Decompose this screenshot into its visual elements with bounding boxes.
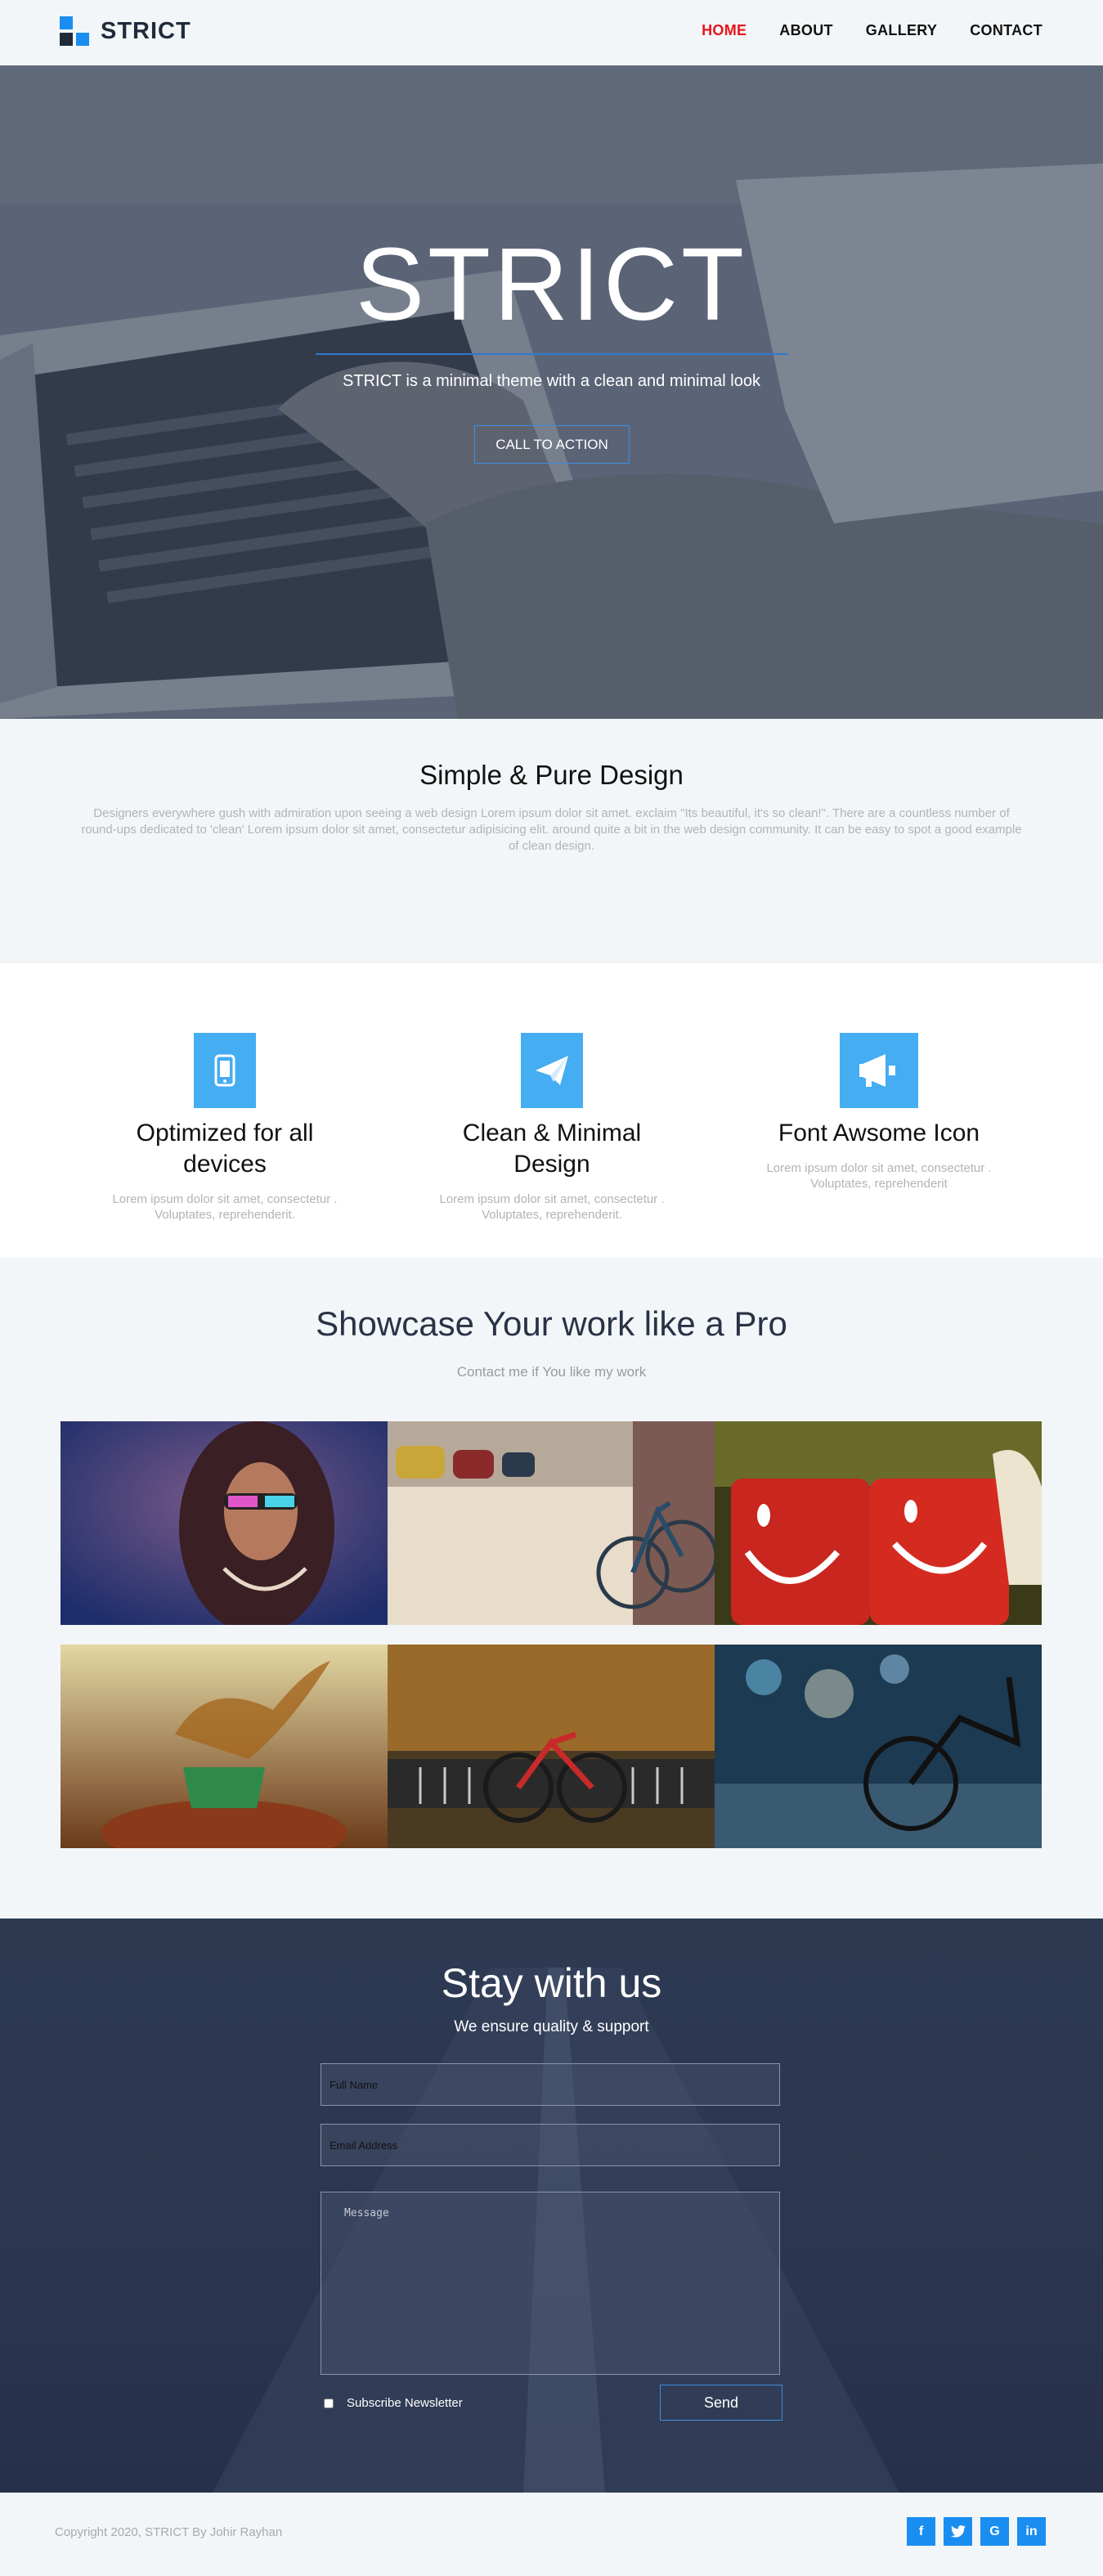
call-to-action-button[interactable]: CALL TO ACTION xyxy=(474,425,630,464)
feature-text: Lorem ipsum dolor sit amet, consectetur … xyxy=(112,1192,338,1222)
nav-item-home[interactable]: HOME xyxy=(702,22,747,39)
newsletter-checkbox-row[interactable]: Subscribe Newsletter xyxy=(324,2396,463,2410)
facebook-icon[interactable]: f xyxy=(907,2517,935,2546)
main-menu: HOME ABOUT GALLERY CONTACT xyxy=(702,22,1042,39)
nav-item-gallery[interactable]: GALLERY xyxy=(866,22,937,39)
feature-title: Clean & Minimal Design xyxy=(462,1120,642,1178)
feature-text: Lorem ipsum dolor sit amet, consectetur … xyxy=(439,1192,665,1222)
feature-text: Lorem ipsum dolor sit amet, consectetur … xyxy=(766,1161,992,1191)
gallery-image-street-bicycle[interactable] xyxy=(388,1421,715,1625)
footer: Copyright 2020, STRICT By Johir Rayhan f… xyxy=(0,2493,1103,2576)
social-links: f G in xyxy=(907,2517,1046,2546)
nav-item-about[interactable]: ABOUT xyxy=(779,22,833,39)
hero-divider xyxy=(316,353,788,355)
paper-plane-icon xyxy=(521,1033,583,1108)
feature-card: Optimized for all devices Lorem ipsum do… xyxy=(98,1033,352,1223)
gallery-image-red-bicycle[interactable] xyxy=(388,1645,715,1848)
contact-subtitle: We ensure quality & support xyxy=(454,2018,649,2035)
hero-subtitle: STRICT is a minimal theme with a clean a… xyxy=(343,372,760,390)
showcase-subtitle: Contact me if You like my work xyxy=(456,1364,647,1380)
feature-card: Font Awsome Icon Lorem ipsum dolor sit a… xyxy=(752,1033,1006,1192)
intro-title: Simple & Pure Design xyxy=(419,760,684,790)
brand[interactable]: STRICT xyxy=(60,16,191,46)
bullhorn-icon xyxy=(840,1033,918,1108)
logo-icon xyxy=(60,16,89,46)
gallery-image-woman-sunglasses[interactable] xyxy=(61,1421,388,1625)
features-section: Optimized for all devices Lorem ipsum do… xyxy=(0,963,1103,1258)
linkedin-icon[interactable]: in xyxy=(1017,2517,1046,2546)
twitter-icon[interactable] xyxy=(944,2517,972,2546)
newsletter-label: Subscribe Newsletter xyxy=(347,2396,463,2410)
gallery-image-red-mugs[interactable] xyxy=(715,1421,1042,1625)
feature-card: Clean & Minimal Design Lorem ipsum dolor… xyxy=(425,1033,679,1223)
feature-title: Optimized for all devices xyxy=(136,1120,314,1178)
contact-section: Stay with us We ensure quality & support… xyxy=(0,1919,1103,2493)
google-plus-icon[interactable]: G xyxy=(980,2517,1009,2546)
top-navbar: STRICT HOME ABOUT GALLERY CONTACT xyxy=(0,0,1103,65)
hero-title: STRICT xyxy=(356,227,747,342)
send-button[interactable]: Send xyxy=(660,2385,782,2421)
gallery-grid xyxy=(61,1421,1042,1868)
email-input[interactable] xyxy=(321,2124,780,2166)
intro-section: Simple & Pure Design Designers everywher… xyxy=(0,719,1103,963)
showcase-title: Showcase Your work like a Pro xyxy=(316,1304,787,1343)
full-name-input[interactable] xyxy=(321,2063,780,2106)
hero-section: STRICT STRICT is a minimal theme with a … xyxy=(0,65,1103,719)
mobile-phone-icon xyxy=(194,1033,256,1108)
gallery-image-bicycle-bokeh[interactable] xyxy=(715,1645,1042,1848)
copyright-text: Copyright 2020, STRICT By Johir Rayhan xyxy=(55,2525,283,2539)
message-textarea[interactable] xyxy=(321,2192,780,2375)
newsletter-checkbox[interactable] xyxy=(324,2398,334,2408)
intro-text: Designers everywhere gush with admiratio… xyxy=(81,806,1022,853)
gallery-image-coffee-splash[interactable] xyxy=(61,1645,388,1848)
showcase-section: Showcase Your work like a Pro Contact me… xyxy=(0,1258,1103,1919)
feature-title: Font Awsome Icon xyxy=(778,1120,980,1147)
contact-title: Stay with us xyxy=(441,1960,662,2006)
brand-name: STRICT xyxy=(101,17,191,44)
nav-item-contact[interactable]: CONTACT xyxy=(970,22,1042,39)
